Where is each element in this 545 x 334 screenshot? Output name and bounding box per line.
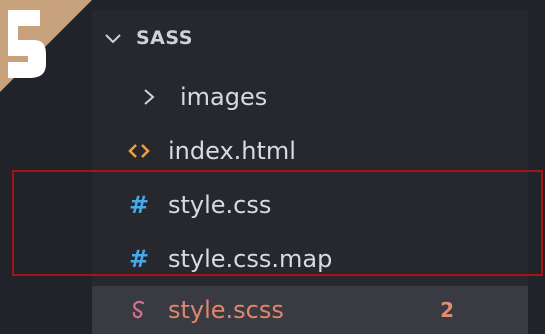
sass-icon [128, 299, 150, 321]
css-hash-icon: # [128, 191, 150, 219]
tree-item-style-css-map[interactable]: # style.css.map [92, 232, 528, 286]
problem-count-badge: 2 [440, 298, 454, 322]
tree-item-label: index.html [168, 137, 296, 165]
tree-item-index-html[interactable]: index.html [92, 124, 528, 178]
tree-item-label: images [180, 83, 268, 111]
tree-item-label: style.css [168, 191, 272, 219]
tree-item-style-scss[interactable]: style.scss 2 [92, 286, 528, 334]
tree-item-style-css[interactable]: # style.css [92, 178, 528, 232]
folder-header-sass[interactable]: SASS [92, 10, 528, 66]
tree-item-images[interactable]: images [92, 70, 528, 124]
chevron-right-icon [138, 86, 160, 108]
folder-header-label: SASS [136, 27, 193, 49]
tree-item-label: style.css.map [168, 245, 333, 273]
tree-item-label: style.scss [168, 296, 284, 324]
html-code-icon [128, 140, 150, 162]
chevron-down-icon [102, 27, 124, 49]
file-explorer-panel: SASS images index.html # style.css # sty… [92, 10, 528, 334]
css-hash-icon: # [128, 245, 150, 273]
